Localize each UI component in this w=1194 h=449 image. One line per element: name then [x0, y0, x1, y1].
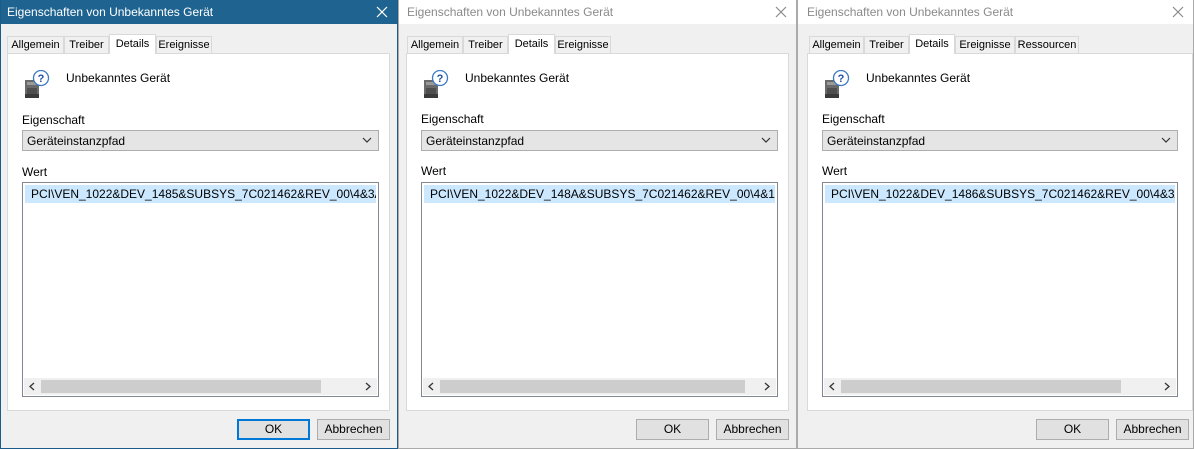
cancel-button[interactable]: Abbrechen — [716, 419, 789, 440]
cancel-button[interactable]: Abbrechen — [317, 419, 390, 440]
value-label: Wert — [22, 165, 48, 179]
chevron-down-icon — [1161, 137, 1171, 143]
device-name: Unbekanntes Gerät — [866, 71, 971, 85]
scroll-left-arrow-icon — [29, 382, 35, 391]
tab-ereignisse[interactable]: Ereignisse — [955, 36, 1015, 53]
value-listbox[interactable]: PCI\VEN_1022&DEV_148A&SUBSYS_7C021462&RE… — [421, 182, 778, 397]
close-icon — [1172, 6, 1184, 18]
scroll-right-arrow-icon — [1164, 382, 1170, 391]
ok-button[interactable]: OK — [237, 419, 310, 440]
property-dropdown[interactable]: Geräteinstanzpfad — [22, 130, 379, 151]
title-bar[interactable]: Eigenschaften von Unbekanntes Gerät — [798, 0, 1193, 24]
scroll-right-arrow-icon — [764, 382, 770, 391]
scroll-left-button[interactable] — [824, 378, 841, 395]
chevron-down-icon — [362, 137, 372, 143]
scroll-right-arrow-icon — [365, 382, 371, 391]
tab-ereignisse[interactable]: Ereignisse — [555, 36, 611, 53]
device-name: Unbekanntes Gerät — [465, 71, 570, 85]
scrollbar-thumb[interactable] — [440, 380, 745, 393]
property-label: Eigenschaft — [22, 113, 85, 127]
scrollbar-thumb[interactable] — [41, 380, 321, 393]
scrollbar-thumb[interactable] — [841, 380, 1121, 393]
unknown-device-icon: ? — [24, 69, 50, 100]
tab-details[interactable]: Details — [909, 34, 955, 54]
svg-text:?: ? — [38, 73, 45, 85]
device-name: Unbekanntes Gerät — [66, 71, 171, 85]
horizontal-scrollbar[interactable] — [423, 378, 776, 395]
tab-treiber[interactable]: Treiber — [864, 36, 909, 53]
window-title: Eigenschaften von Unbekanntes Gerät — [7, 5, 214, 19]
value-list-item[interactable]: PCI\VEN_1022&DEV_1485&SUBSYS_7C021462&RE… — [25, 185, 376, 203]
tab-allgemein[interactable]: Allgemein — [809, 36, 864, 53]
close-icon — [775, 6, 787, 18]
close-icon — [376, 6, 388, 18]
tab-treiber[interactable]: Treiber — [463, 36, 508, 53]
value-listbox[interactable]: PCI\VEN_1022&DEV_1485&SUBSYS_7C021462&RE… — [22, 182, 379, 397]
title-bar[interactable]: Eigenschaften von Unbekanntes Gerät — [1, 0, 397, 24]
scroll-left-button[interactable] — [423, 378, 440, 395]
scroll-left-button[interactable] — [24, 378, 41, 395]
scroll-left-arrow-icon — [428, 382, 434, 391]
horizontal-scrollbar[interactable] — [24, 378, 377, 395]
svg-text:?: ? — [838, 73, 845, 85]
property-dropdown-value: Geräteinstanzpfad — [426, 134, 525, 148]
details-panel: ? Unbekanntes Gerät Eigenschaft Gerätein… — [807, 53, 1193, 411]
horizontal-scrollbar[interactable] — [824, 378, 1176, 395]
property-dropdown[interactable]: Geräteinstanzpfad — [822, 130, 1178, 151]
tab-ressourcen[interactable]: Ressourcen — [1015, 36, 1079, 53]
scroll-right-button[interactable] — [1159, 378, 1176, 395]
scroll-right-button[interactable] — [759, 378, 776, 395]
value-list-item[interactable]: PCI\VEN_1022&DEV_1486&SUBSYS_7C021462&RE… — [825, 185, 1175, 203]
svg-text:?: ? — [437, 73, 444, 85]
properties-dialog-3: Eigenschaften von Unbekanntes Gerät Allg… — [797, 0, 1194, 449]
properties-dialog-1: Eigenschaften von Unbekanntes Gerät Allg… — [0, 0, 398, 449]
details-panel: ? Unbekanntes Gerät Eigenschaft Gerätein… — [406, 53, 789, 411]
unknown-device-icon: ? — [423, 69, 449, 100]
unknown-device-icon: ? — [824, 69, 850, 100]
properties-dialog-2: Eigenschaften von Unbekanntes Gerät Allg… — [398, 0, 797, 449]
tab-treiber[interactable]: Treiber — [64, 36, 109, 53]
property-dropdown[interactable]: Geräteinstanzpfad — [421, 130, 778, 151]
tab-details[interactable]: Details — [109, 34, 156, 54]
close-button[interactable] — [367, 0, 397, 24]
ok-button[interactable]: OK — [1036, 419, 1109, 440]
property-dropdown-value: Geräteinstanzpfad — [27, 134, 126, 148]
tab-allgemein[interactable]: Allgemein — [407, 36, 463, 53]
value-list-item[interactable]: PCI\VEN_1022&DEV_148A&SUBSYS_7C021462&RE… — [424, 185, 775, 203]
title-bar[interactable]: Eigenschaften von Unbekanntes Gerät — [399, 0, 796, 24]
value-listbox[interactable]: PCI\VEN_1022&DEV_1486&SUBSYS_7C021462&RE… — [822, 182, 1178, 397]
scroll-left-arrow-icon — [829, 382, 835, 391]
chevron-down-icon — [761, 137, 771, 143]
close-button[interactable] — [1163, 0, 1193, 24]
tab-details[interactable]: Details — [508, 34, 555, 54]
window-title: Eigenschaften von Unbekanntes Gerät — [407, 5, 614, 19]
close-button[interactable] — [766, 0, 796, 24]
tab-ereignisse[interactable]: Ereignisse — [156, 36, 212, 53]
value-label: Wert — [421, 164, 447, 178]
ok-button[interactable]: OK — [636, 419, 709, 440]
property-label: Eigenschaft — [421, 112, 484, 126]
window-title: Eigenschaften von Unbekanntes Gerät — [807, 5, 1014, 19]
cancel-button[interactable]: Abbrechen — [1116, 419, 1189, 440]
details-panel: ? Unbekanntes Gerät Eigenschaft Gerätein… — [7, 53, 390, 411]
property-dropdown-value: Geräteinstanzpfad — [827, 134, 926, 148]
value-label: Wert — [822, 164, 848, 178]
property-label: Eigenschaft — [822, 112, 885, 126]
tab-allgemein[interactable]: Allgemein — [7, 36, 64, 53]
scroll-right-button[interactable] — [360, 378, 377, 395]
